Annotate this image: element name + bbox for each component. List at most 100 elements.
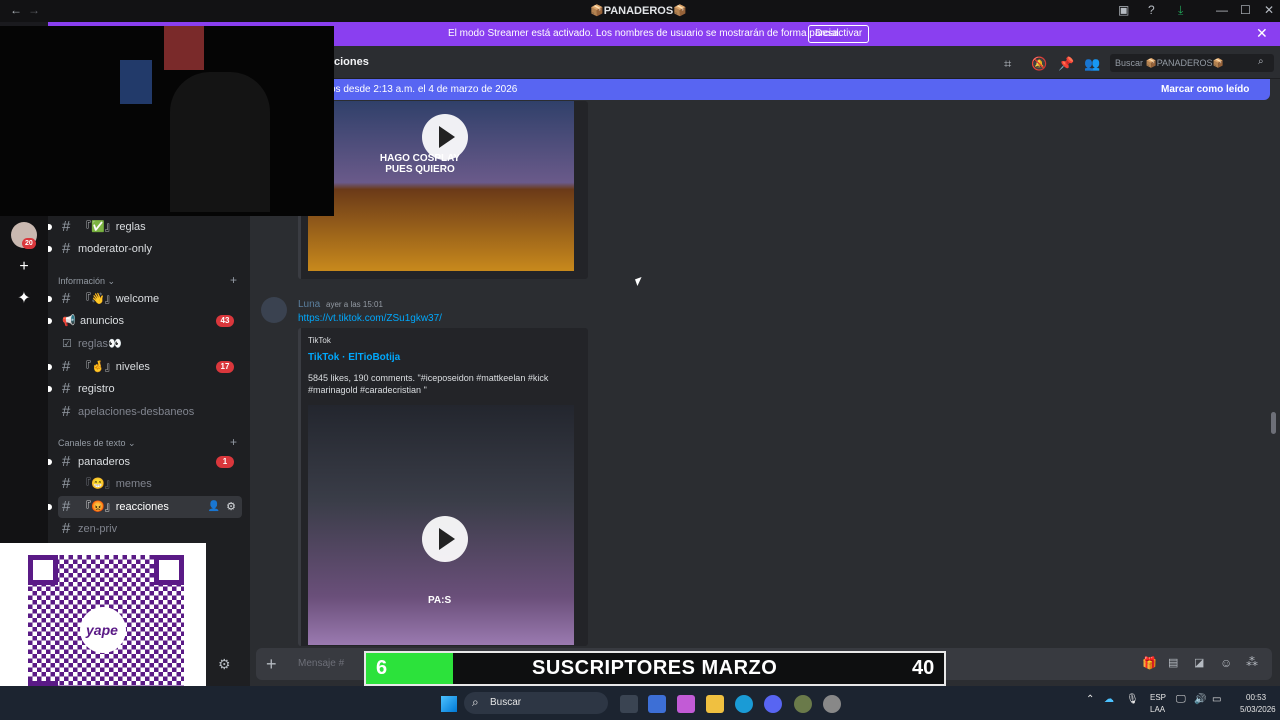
discord-icon[interactable] [764,695,782,713]
edge-icon[interactable] [735,695,753,713]
threads-icon[interactable]: ⌗ [1004,56,1011,72]
channel-memes[interactable]: # 『😁』memes [58,473,242,495]
store-icon[interactable] [648,695,666,713]
close-banner-icon[interactable]: ✕ [1256,25,1268,42]
channel-registro[interactable]: # registro [48,378,242,400]
clock-time[interactable]: 00:53 [1246,693,1266,702]
add-channel-icon[interactable]: + [230,273,237,287]
close-window-button[interactable]: ✕ [1264,3,1274,17]
deactivate-button[interactable]: Desactivar [808,25,870,43]
add-server-icon[interactable]: + [11,254,37,280]
webcam-overlay [0,26,334,216]
hash-icon: # [62,290,71,307]
app-icon[interactable] [823,695,841,713]
channel-zen-priv[interactable]: # zen-priv [58,518,242,540]
megaphone-icon: 📢 [62,315,76,327]
title-bar: ← → 📦PANADEROS📦 ▣ ? ⤓ — ☐ ✕ [0,0,1280,22]
hash-icon: # [62,218,71,235]
network-icon[interactable]: 🖵 [1176,694,1186,705]
emoji-icon[interactable]: ☺ [1220,656,1232,670]
play-button[interactable] [422,114,468,160]
channel-welcome[interactable]: # 『👋』welcome [48,288,242,310]
avatar[interactable] [261,297,287,323]
back-icon[interactable]: ← [10,3,22,17]
volume-icon[interactable]: 🔊 [1194,694,1206,705]
invite-icon[interactable]: 👤 [208,496,220,518]
new-messages-bar[interactable]: vos desde 2:13 a.m. el 4 de marzo de 202… [315,79,1270,100]
channel-moderator-only[interactable]: # moderator-only [48,238,242,260]
explore-icon[interactable]: ✦ [11,286,37,312]
start-icon[interactable] [441,696,457,712]
scrollbar-thumb[interactable] [1271,412,1276,434]
task-view-icon[interactable] [620,695,638,713]
search-icon: ⌕ [1258,56,1264,67]
sticker-icon[interactable]: ◪ [1194,656,1204,669]
layout-indicator[interactable]: LAA [1150,705,1165,714]
embed-provider: TikTok [308,336,331,345]
embed-title[interactable]: TikTok · ElTioBotija [308,352,400,363]
channel-niveles[interactable]: # 『🤞』niveles 17 [48,356,242,378]
mark-as-read-button[interactable]: Marcar como leído [1161,84,1249,95]
message-author[interactable]: Luna [298,299,320,310]
gif-icon[interactable]: ▤ [1168,656,1178,669]
member-list-icon[interactable]: 👥 [1084,56,1100,72]
channel-label: 『😁』memes [80,478,152,490]
hash-icon: # [62,453,71,470]
apps-icon[interactable]: ⁂ [1246,655,1258,669]
attach-plus-icon[interactable]: + [266,654,277,675]
hash-icon: # [62,498,71,515]
channel-reglas-2[interactable]: ☑ reglas👀 [58,333,242,355]
onedrive-icon[interactable]: ☁ [1104,694,1114,705]
add-channel-icon[interactable]: + [230,435,237,449]
channel-label: panaderos [78,456,130,468]
video-caption: PA:S [428,595,452,606]
channel-label: 『😡』reacciones [80,501,169,513]
gift-icon[interactable]: 🎁 [1142,656,1157,670]
taskbar-search-input[interactable]: Buscar [490,697,521,708]
play-button[interactable] [422,516,468,562]
channel-panaderos[interactable]: # panaderos 1 [48,451,242,473]
channel-anuncios[interactable]: 📢 anuncios 43 [48,310,242,332]
tray-overflow-icon[interactable]: ⌃ [1086,694,1094,705]
gear-icon[interactable]: ⚙ [226,496,236,518]
pin-icon[interactable]: 📌 [1058,56,1074,72]
subscriber-goal-overlay: 6 SUSCRIPTORES MARZO 40 [364,651,946,686]
copilot-icon[interactable] [677,695,695,713]
app-icon[interactable] [794,695,812,713]
channel-label: 『👋』welcome [80,293,160,305]
download-icon[interactable]: ⤓ [1178,3,1183,18]
battery-icon[interactable]: ▭ [1212,694,1221,705]
channel-label: apelaciones-desbaneos [78,406,195,418]
channel-reacciones[interactable]: # 『😡』reacciones 👤 ⚙ [48,496,242,518]
channel-label: zen-priv [78,523,118,535]
user-settings-icon[interactable]: ⚙ [218,656,231,673]
category-informacion[interactable]: Información ⌄ [58,276,115,287]
unread-indicator [48,224,52,230]
channel-label: reglas👀 [78,338,122,350]
search-input[interactable]: Buscar 📦PANADEROS📦 [1115,58,1224,69]
taskbar-search[interactable]: ⌕ Buscar [464,692,608,714]
checkbox-icon: ☑ [62,338,72,350]
search-bar[interactable]: Buscar 📦PANADEROS📦 ⌕ [1110,54,1274,72]
channel-apelaciones-desbaneos[interactable]: # apelaciones-desbaneos [58,401,242,423]
channel-reglas[interactable]: # 『✅』reglas [48,216,242,238]
help-icon[interactable]: ? [1148,3,1155,17]
language-indicator[interactable]: ESP [1150,693,1166,702]
message-input[interactable]: Mensaje # [298,658,344,669]
qr-finder [154,555,184,585]
maximize-button[interactable]: ☐ [1240,3,1251,17]
unread-indicator [48,459,52,465]
channel-label: moderator-only [78,243,152,255]
mic-icon[interactable]: 🎙 [1126,694,1139,705]
mute-bell-icon[interactable]: 🔕 [1031,56,1047,72]
minimize-button[interactable]: — [1216,3,1228,17]
file-explorer-icon[interactable] [706,695,724,713]
message-link[interactable]: https://vt.tiktok.com/ZSu1gkw37/ [298,313,442,324]
unread-indicator [48,246,52,252]
channel-label: registro [78,383,115,395]
mention-badge: 43 [216,315,234,327]
clock-date[interactable]: 5/03/2026 [1240,705,1276,714]
inbox-icon[interactable]: ▣ [1118,3,1129,17]
forward-icon[interactable]: → [28,3,40,17]
category-canales-de-texto[interactable]: Canales de texto ⌄ [58,438,136,449]
